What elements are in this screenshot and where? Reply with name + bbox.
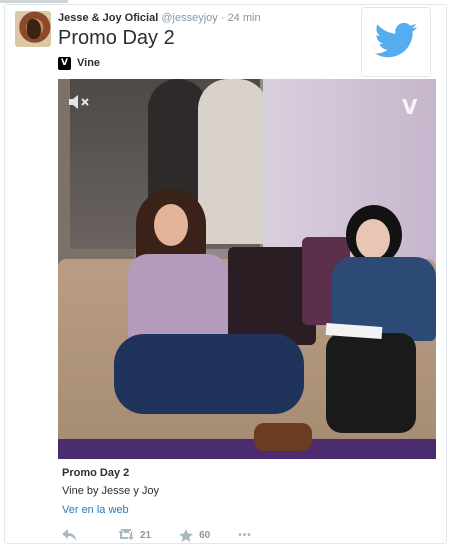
video-person: [356, 219, 390, 259]
reply-icon: [62, 529, 76, 541]
twitter-bird-icon: [374, 22, 417, 58]
retweet-button[interactable]: 21: [118, 529, 151, 541]
twitter-logo-box[interactable]: [361, 7, 431, 77]
view-on-web-link[interactable]: Ver en la web: [62, 504, 129, 516]
tweet-text: Promo Day 2: [58, 27, 175, 49]
vine-watermark-icon: V: [402, 95, 418, 119]
video-person: [154, 204, 188, 246]
tweet-card: Jesse & Joy Oficial @jesseyjoy · 24 min …: [4, 4, 447, 544]
tweet-header: Jesse & Joy Oficial @jesseyjoy · 24 min: [58, 12, 261, 24]
video-person: [254, 423, 312, 451]
retweet-count: 21: [140, 529, 152, 541]
media-title: Promo Day 2: [62, 467, 130, 479]
retweet-icon: [118, 529, 134, 540]
reply-button[interactable]: [62, 529, 76, 541]
favorite-button[interactable]: 60: [179, 528, 211, 542]
timestamp[interactable]: 24 min: [228, 12, 261, 24]
vine-icon: V: [58, 56, 71, 70]
more-icon: •••: [238, 529, 252, 541]
top-divider: [0, 0, 68, 3]
poster-figure: [198, 79, 268, 244]
author-handle[interactable]: @jesseyjoy: [161, 12, 217, 24]
video-person: [114, 334, 304, 414]
separator: ·: [220, 12, 225, 24]
author-name[interactable]: Jesse & Joy Oficial: [58, 12, 158, 24]
vine-video[interactable]: V: [58, 79, 436, 459]
avatar[interactable]: [15, 11, 51, 47]
source-line[interactable]: V Vine: [58, 55, 100, 71]
mute-icon[interactable]: [68, 93, 92, 111]
star-icon: [179, 528, 194, 542]
tweet-actions: 21 60 •••: [62, 525, 252, 545]
more-button[interactable]: •••: [238, 530, 252, 541]
avatar-image: [27, 19, 41, 39]
video-person: [326, 333, 416, 433]
source-label: Vine: [77, 57, 101, 69]
media-subtitle: Vine by Jesse y Joy: [62, 485, 160, 497]
favorite-count: 60: [199, 529, 211, 541]
